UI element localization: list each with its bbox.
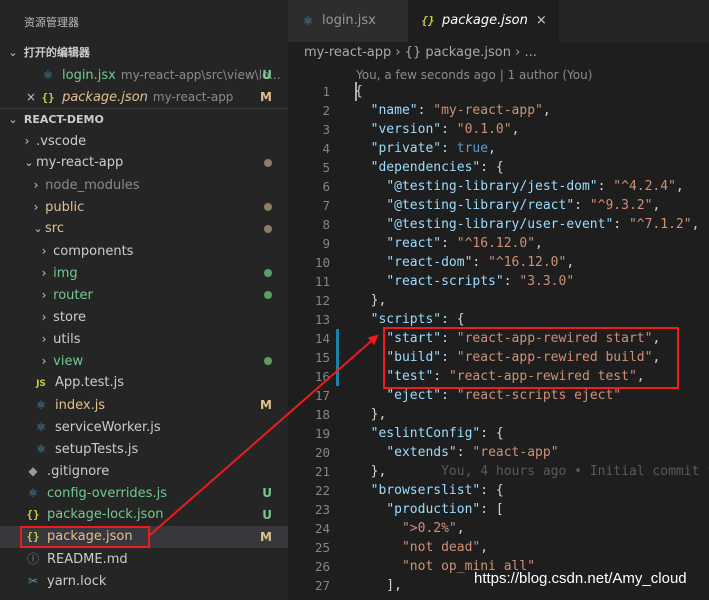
- arrow-line: [149, 334, 379, 536]
- watermark: https://blog.csdn.net/Amy_cloud: [474, 570, 687, 587]
- annotation-arrow: [149, 334, 379, 536]
